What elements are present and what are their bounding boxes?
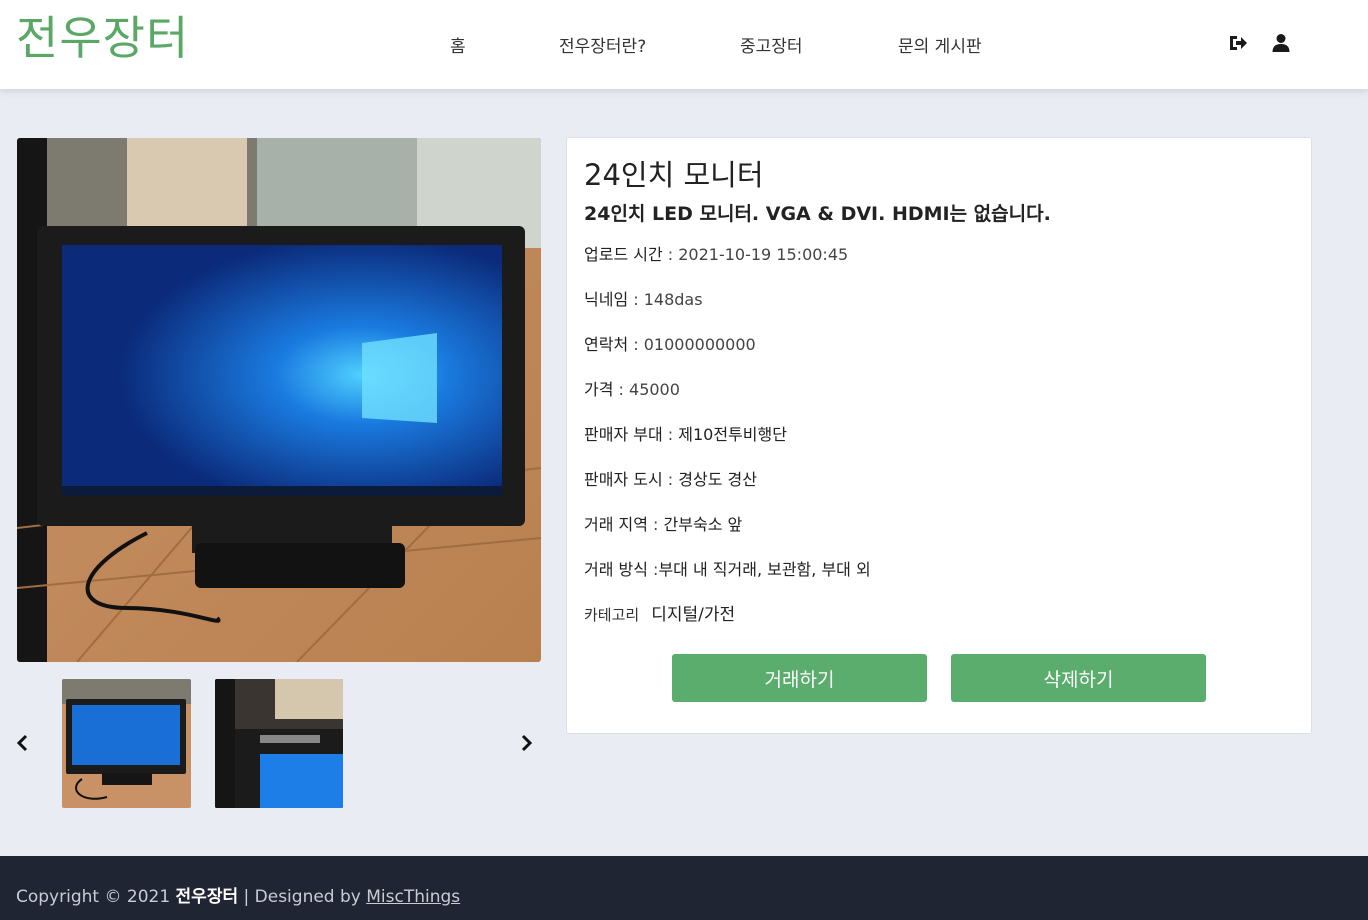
field-category: 카테고리 디지털/가전 <box>584 600 735 625</box>
field-separator: : <box>613 380 630 399</box>
chevron-left-icon[interactable] <box>16 733 30 753</box>
field-value: 간부숙소 앞 <box>663 515 743 534</box>
field-value: 경상도 경산 <box>678 470 757 489</box>
field-label: 거래 방식 <box>584 560 648 579</box>
field-label: 업로드 시간 <box>584 245 663 264</box>
copyright-text: Copyright © 2021 전우장터 | Designed by Misc… <box>16 882 460 907</box>
field-trade-area: 거래 지역 : 간부숙소 앞 <box>584 511 742 535</box>
logout-icon[interactable] <box>1228 33 1248 53</box>
thumbnail-1[interactable] <box>62 679 191 808</box>
field-trade-method: 거래 방식 :부대 내 직거래, 보관함, 부대 외 <box>584 556 871 580</box>
field-upload-time: 업로드 시간 : 2021-10-19 15:00:45 <box>584 241 848 265</box>
field-value: 01000000000 <box>643 335 756 354</box>
field-separator: : <box>662 245 679 264</box>
category-value: 디지털/가전 <box>651 605 736 625</box>
field-nickname: 닉네임 : 148das <box>584 286 703 310</box>
field-seller-city: 판매자 도시 : 경상도 경산 <box>584 466 757 490</box>
field-value: 부대 내 직거래, 보관함, 부대 외 <box>658 560 871 579</box>
field-separator: : <box>662 425 679 444</box>
field-label: 판매자 부대 <box>584 425 663 444</box>
nav-market[interactable]: 중고장터 <box>740 32 803 57</box>
field-contact: 연락처 : 01000000000 <box>584 331 756 355</box>
trade-button[interactable]: 거래하기 <box>672 654 927 702</box>
nav-about[interactable]: 전우장터란? <box>559 32 646 57</box>
site-footer: Copyright © 2021 전우장터 | Designed by Misc… <box>0 856 1368 920</box>
monitor-photo-1-thumb <box>62 679 191 808</box>
field-separator: : <box>647 560 659 579</box>
field-label: 판매자 도시 <box>584 470 663 489</box>
field-separator: : <box>628 335 644 354</box>
nav-home[interactable]: 홈 <box>450 32 466 57</box>
footer-brand: 전우장터 <box>175 887 239 907</box>
monitor-photo-main <box>17 138 541 662</box>
product-main-image <box>17 138 541 662</box>
monitor-photo-2-thumb <box>215 679 343 808</box>
field-label: 거래 지역 <box>584 515 648 534</box>
copyright-middle: | Designed by <box>238 887 367 907</box>
field-separator: : <box>647 515 664 534</box>
field-separator: : <box>628 290 644 309</box>
user-icon[interactable] <box>1271 33 1291 53</box>
product-description: 24인치 LED 모니터. VGA & DVI. HDMI는 없습니다. <box>584 203 1051 225</box>
delete-button[interactable]: 삭제하기 <box>951 654 1206 702</box>
thumbnail-2[interactable] <box>215 679 343 808</box>
product-info-card: 24인치 모니터 24인치 LED 모니터. VGA & DVI. HDMI는 … <box>566 137 1312 734</box>
field-value: 45000 <box>629 380 680 399</box>
field-price: 가격 : 45000 <box>584 376 680 400</box>
nav-inquiry-board[interactable]: 문의 게시판 <box>898 32 982 57</box>
field-label: 가격 <box>584 380 614 399</box>
site-header: 전우장터 홈 전우장터란? 중고장터 문의 게시판 <box>0 0 1368 89</box>
field-label: 닉네임 <box>584 290 629 309</box>
designer-link[interactable]: MiscThings <box>366 887 460 907</box>
field-seller-unit: 판매자 부대 : 제10전투비행단 <box>584 421 787 445</box>
copyright-prefix: Copyright © 2021 <box>16 887 176 907</box>
field-label: 연락처 <box>584 335 629 354</box>
field-value: 제10전투비행단 <box>678 425 787 444</box>
field-separator: : <box>662 470 679 489</box>
field-value: 148das <box>643 290 703 309</box>
category-label: 카테고리 <box>584 606 640 624</box>
product-title: 24인치 모니터 <box>584 158 764 192</box>
chevron-right-icon[interactable] <box>519 733 533 753</box>
site-logo[interactable]: 전우장터 <box>16 8 189 68</box>
field-value: 2021-10-19 15:00:45 <box>678 245 849 264</box>
